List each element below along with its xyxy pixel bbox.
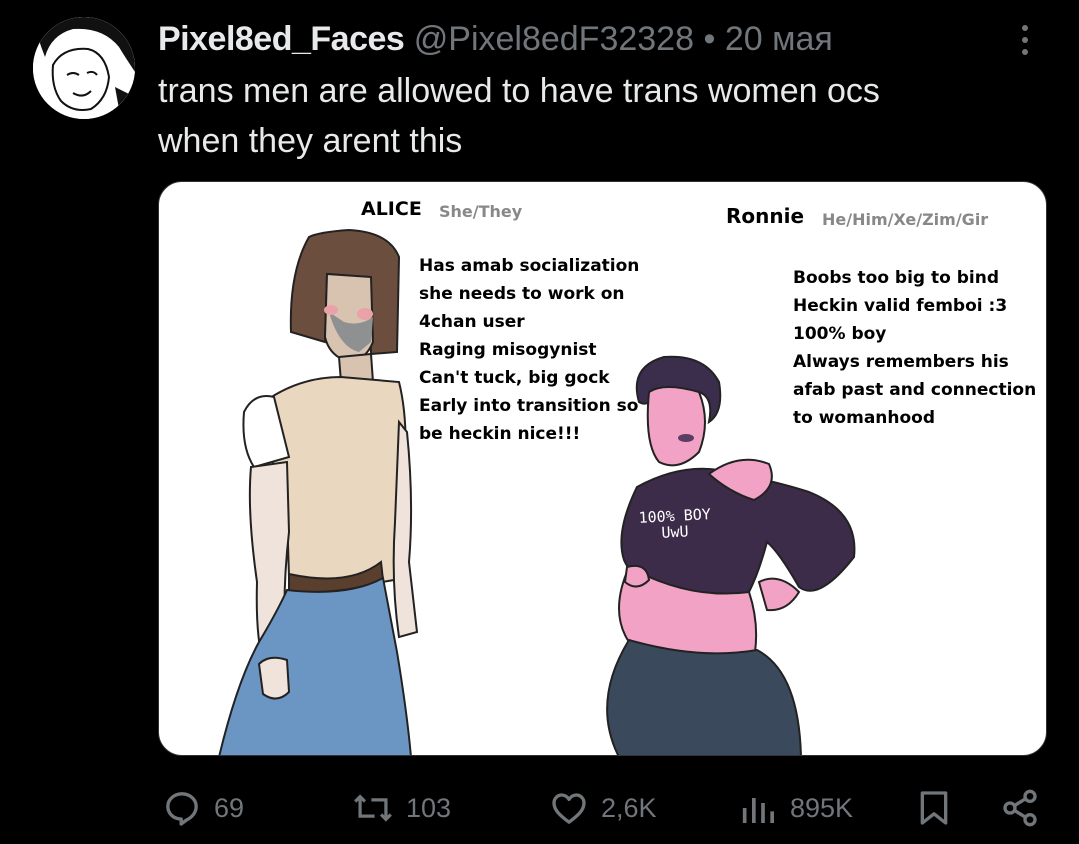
trait-line: Boobs too big to bind (793, 268, 1000, 288)
repost-button[interactable]: 103 (352, 780, 451, 836)
trait-line: afab past and connection (793, 380, 1037, 400)
action-bar: 69 103 2,6K 895K (0, 780, 1079, 836)
share-icon (1003, 789, 1037, 827)
post-text: trans men are allowed to have trans wome… (158, 66, 1018, 166)
like-icon (552, 793, 586, 824)
post-text-line: when they arent this (158, 122, 463, 160)
alice-figure (218, 228, 419, 755)
trait-line: be heckin nice!!! (419, 424, 581, 444)
trait-line: to womanhood (793, 408, 936, 428)
left-character-name: ALICE (361, 198, 422, 220)
user-handle[interactable]: @Pixel8edF32328 (414, 20, 694, 58)
views-count: 895K (790, 792, 854, 823)
share-button[interactable] (1000, 780, 1040, 836)
more-icon[interactable] (1010, 18, 1040, 62)
bookmark-button[interactable] (914, 780, 954, 836)
reply-count: 69 (214, 792, 245, 823)
right-traits-list: Boobs too big to bind Heckin valid fembo… (793, 264, 1036, 432)
avatar-drawing (33, 17, 135, 119)
post-header: Pixel8ed_Faces @Pixel8edF32328 • 20 мая (158, 18, 833, 60)
shirt-text: 100% BOY UwU (638, 505, 712, 542)
like-count: 2,6K (601, 792, 657, 823)
views-button[interactable]: 895K (738, 780, 853, 836)
trait-line: Has amab socialization (419, 256, 640, 276)
right-character-name: Ronnie (726, 204, 805, 228)
trait-line: 4chan user (419, 312, 525, 332)
avatar[interactable] (33, 17, 135, 119)
post-text-line: trans men are allowed to have trans wome… (158, 72, 880, 110)
like-button[interactable]: 2,6K (549, 780, 657, 836)
right-character-pronouns: He/Him/Xe/Zim/Gir (822, 210, 989, 229)
left-traits-list: Has amab socialization she needs to work… (419, 252, 639, 448)
trait-line: Always remembers his (793, 352, 1009, 372)
display-name[interactable]: Pixel8ed_Faces (158, 20, 405, 58)
post-image[interactable]: ALICE She/They Ronnie He/Him/Xe/Zim/Gir … (158, 181, 1047, 756)
trait-line: Can't tuck, big gock (419, 368, 610, 388)
repost-icon (354, 794, 392, 822)
trait-line: Raging misogynist (419, 340, 597, 360)
reply-icon (166, 792, 198, 826)
post-date[interactable]: 20 мая (725, 20, 833, 58)
trait-line: she needs to work on (419, 284, 625, 304)
bookmark-icon (920, 791, 948, 825)
separator-dot: • (703, 20, 716, 58)
trait-line: Heckin valid femboi :3 (793, 296, 1008, 316)
views-icon (742, 798, 774, 823)
trait-line: 100% boy (793, 324, 887, 344)
repost-count: 103 (406, 792, 452, 823)
reply-button[interactable]: 69 (162, 780, 244, 836)
left-character-pronouns: She/They (439, 202, 523, 221)
trait-line: Early into transition so (419, 396, 639, 416)
